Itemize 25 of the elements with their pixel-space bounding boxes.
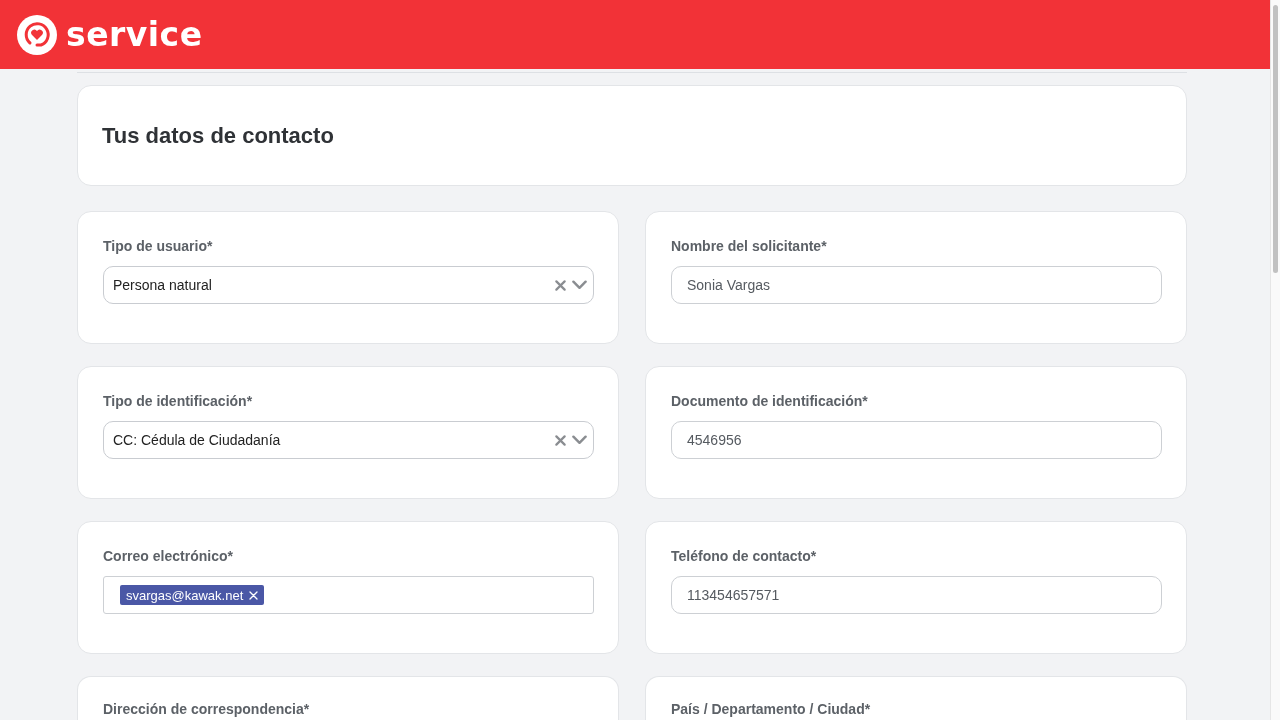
field-label: Documento de identificación*	[671, 393, 868, 410]
field-label: Dirección de correspondencia*	[103, 701, 310, 718]
chevron-down-icon[interactable]	[572, 280, 587, 290]
select-field[interactable]: Persona natural	[103, 266, 594, 304]
text-input[interactable]: 4546956	[671, 421, 1162, 459]
tags-input[interactable]: svargas@kawak.net	[103, 576, 594, 614]
remove-icon[interactable]	[249, 590, 259, 600]
clear-icon[interactable]	[555, 434, 566, 446]
clear-icon[interactable]	[555, 279, 566, 291]
field-label: País / Departamento / Ciudad*	[671, 701, 871, 718]
field-label: Tipo de identificación*	[103, 393, 253, 410]
section-title: Tus datos de contacto	[102, 121, 334, 150]
text-input[interactable]: Sonia Vargas	[671, 266, 1162, 304]
logo-icon	[17, 14, 57, 55]
field-label: Tipo de usuario*	[103, 238, 213, 255]
logo-text: service	[66, 14, 203, 55]
field-label: Correo electrónico*	[103, 548, 233, 565]
email-tag[interactable]: svargas@kawak.net	[120, 585, 265, 605]
field-label: Nombre del solicitante*	[671, 238, 827, 255]
scrollbar-thumb[interactable]	[1273, 5, 1278, 273]
field-label: Teléfono de contacto*	[671, 548, 817, 565]
select-field[interactable]: CC: Cédula de Ciudadanía	[103, 421, 594, 459]
text-input[interactable]: 113454657571	[671, 576, 1162, 614]
chevron-down-icon[interactable]	[572, 435, 587, 445]
scrollbar-track[interactable]	[1270, 0, 1280, 720]
